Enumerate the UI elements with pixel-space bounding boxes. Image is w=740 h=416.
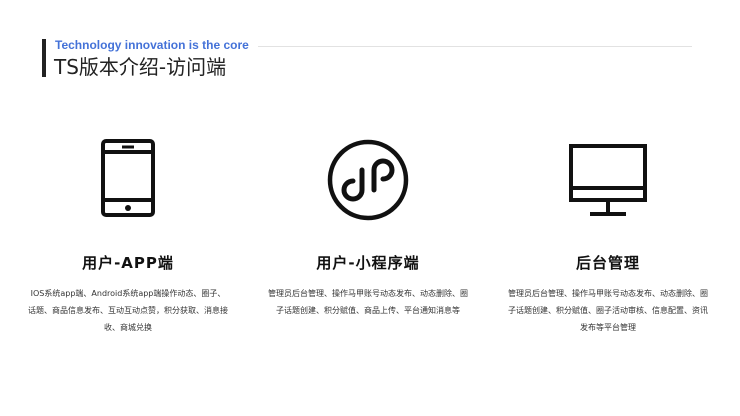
feature-card-app: 用户-APP端 IOS系统app端、Android系统app端操作动态、圈子、话… — [18, 138, 238, 336]
card-description-admin: 管理员后台管理、操作马甲账号动态发布、动态删除、圈子话题创建、积分赋值、圈子活动… — [508, 289, 708, 332]
mini-program-icon — [258, 138, 478, 226]
mobile-phone-icon — [18, 138, 238, 226]
header-divider — [258, 46, 692, 47]
header-subtitle: Technology innovation is the core — [55, 38, 249, 52]
feature-card-admin: 后台管理 管理员后台管理、操作马甲账号动态发布、动态删除、圈子话题创建、积分赋值… — [498, 138, 718, 336]
card-description-app: IOS系统app端、Android系统app端操作动态、圈子、话题、商品信息发布… — [28, 289, 228, 332]
header-accent-bar — [42, 39, 46, 77]
card-title-mini-program: 用户-小程序端 — [316, 254, 420, 272]
card-title-app: 用户-APP端 — [82, 254, 174, 272]
card-description-mini-program: 管理员后台管理、操作马甲账号动态发布、动态删除、圈子话题创建、积分赋值、商品上传… — [268, 289, 468, 315]
feature-card-mini-program: 用户-小程序端 管理员后台管理、操作马甲账号动态发布、动态删除、圈子话题创建、积… — [258, 138, 478, 319]
page-title: TS版本介绍-访问端 — [54, 55, 227, 79]
desktop-monitor-icon — [498, 138, 718, 226]
card-title-admin: 后台管理 — [575, 254, 640, 272]
